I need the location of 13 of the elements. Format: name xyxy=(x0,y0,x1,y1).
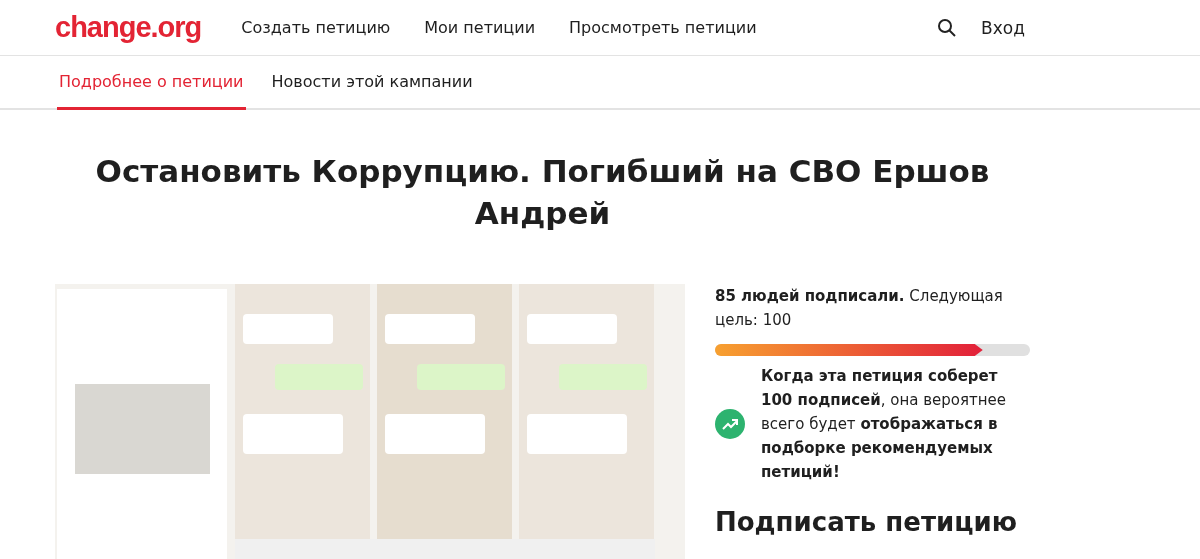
login-link[interactable]: Вход xyxy=(981,17,1025,38)
nav-link[interactable]: Просмотреть петиции xyxy=(569,18,757,37)
sign-heading: Подписать петицию xyxy=(715,506,1018,538)
tab[interactable]: Подробнее о петиции xyxy=(57,56,246,110)
nav-link[interactable]: Мои петиции xyxy=(424,18,536,37)
search-icon[interactable] xyxy=(937,17,958,38)
signature-count: 85 людей подписали. Следующая цель: 100 xyxy=(715,286,1004,331)
logo[interactable]: change.org xyxy=(55,11,202,44)
tip-text: Когда эта петиция соберет 100 подписей, она вероятнее всего будет отображаться в подборке рекомендуемых петиций! xyxy=(761,366,1008,483)
trend-up-icon xyxy=(715,409,745,439)
tab[interactable]: Новости этой кампании xyxy=(269,56,475,110)
petition-title: Остановить Коррупцию. Погибший на СВО Ершов Андрей xyxy=(94,152,991,233)
nav-link[interactable]: Создать петицию xyxy=(241,18,391,37)
